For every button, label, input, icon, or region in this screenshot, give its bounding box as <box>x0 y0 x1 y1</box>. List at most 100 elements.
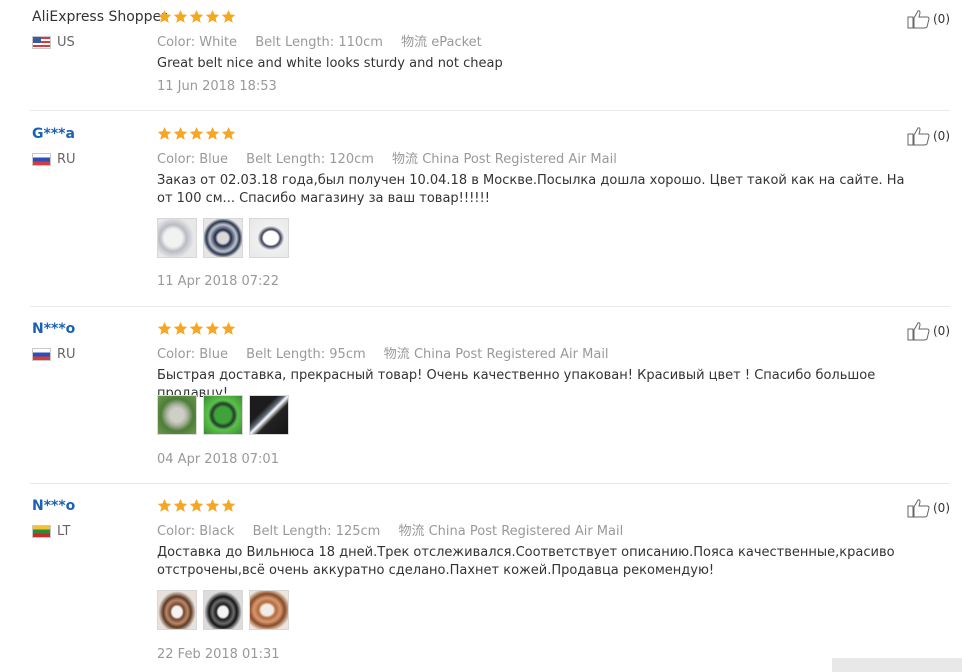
star-icon <box>205 498 220 512</box>
helpful-count: (0) <box>933 129 950 143</box>
us-flag-icon <box>32 36 51 49</box>
country-code: RU <box>57 347 76 362</box>
lt-flag-icon <box>32 525 51 538</box>
helpful-button[interactable]: (0) <box>907 498 950 518</box>
rating-stars <box>157 321 236 336</box>
helpful-count: (0) <box>933 12 950 26</box>
color-label: Color: <box>157 152 196 167</box>
star-icon <box>221 498 236 512</box>
order-meta: Color: Black Belt Length: 125cm 物流 China… <box>157 520 623 539</box>
star-icon <box>189 126 204 140</box>
color-value: Blue <box>199 347 229 362</box>
ru-flag-icon <box>32 153 51 166</box>
shipping-label: 物流 <box>392 152 419 167</box>
star-icon <box>157 9 172 23</box>
rating-stars <box>157 9 236 24</box>
review-photo[interactable] <box>249 218 289 258</box>
star-icon <box>157 498 172 512</box>
shipping-value: China Post Registered Air Mail <box>413 347 609 362</box>
reviewer-country: LT <box>32 524 70 539</box>
reviewer-name[interactable]: N***o <box>32 498 75 514</box>
color-value: Blue <box>199 152 229 167</box>
review-4: N***o LT Color: Black Belt Length: 125cm… <box>0 498 950 668</box>
star-icon <box>221 9 236 23</box>
review-photos <box>157 590 289 630</box>
belt-length-value: 110cm <box>338 35 383 50</box>
star-icon <box>173 498 188 512</box>
thumbs-up-icon <box>907 127 930 146</box>
review-1: AliExpress Shopper US Color: White Belt … <box>0 9 950 109</box>
color-label: Color: <box>157 35 196 50</box>
review-text: Great belt nice and white looks sturdy a… <box>157 56 503 71</box>
review-photos <box>157 218 289 258</box>
star-icon <box>221 321 236 335</box>
review-photo[interactable] <box>157 395 197 435</box>
reviewer-name[interactable]: N***o <box>32 321 75 337</box>
bottom-overlay-bar <box>832 658 962 672</box>
shipping-value: China Post Registered Air Mail <box>422 152 617 167</box>
review-photo[interactable] <box>249 590 289 630</box>
belt-length-label: Belt Length: <box>246 347 326 362</box>
star-icon <box>173 126 188 140</box>
review-photo[interactable] <box>203 590 243 630</box>
shipping-value: ePacket <box>431 35 482 50</box>
belt-length-label: Belt Length: <box>255 35 335 50</box>
country-code: RU <box>57 152 76 167</box>
rating-stars <box>157 126 236 141</box>
divider <box>30 110 950 111</box>
thumbs-up-icon <box>907 322 930 341</box>
star-icon <box>189 321 204 335</box>
divider <box>30 306 950 307</box>
review-date: 22 Feb 2018 01:31 <box>157 647 280 662</box>
color-value: White <box>199 35 238 50</box>
review-date: 04 Apr 2018 07:01 <box>157 452 279 467</box>
color-label: Color: <box>157 347 196 362</box>
helpful-button[interactable]: (0) <box>907 9 950 29</box>
reviewer-country: RU <box>32 152 76 167</box>
review-text: Заказ от 02.03.18 года,был получен 10.04… <box>157 173 905 206</box>
helpful-button[interactable]: (0) <box>907 126 950 146</box>
star-icon <box>173 321 188 335</box>
belt-length-label: Belt Length: <box>252 524 332 539</box>
star-icon <box>205 9 220 23</box>
reviewer-name[interactable]: AliExpress Shopper <box>32 9 167 25</box>
helpful-count: (0) <box>933 501 950 515</box>
shipping-label: 物流 <box>398 524 425 539</box>
star-icon <box>173 9 188 23</box>
star-icon <box>221 126 236 140</box>
review-photo[interactable] <box>249 395 289 435</box>
review-photos <box>157 395 289 435</box>
shipping-label: 物流 <box>401 35 428 50</box>
color-label: Color: <box>157 524 196 539</box>
rating-stars <box>157 498 236 513</box>
review-photo[interactable] <box>203 218 243 258</box>
review-date: 11 Apr 2018 07:22 <box>157 274 279 289</box>
divider <box>30 483 950 484</box>
thumbs-up-icon <box>907 10 930 29</box>
color-value: Black <box>199 524 235 539</box>
reviewer-country: RU <box>32 347 76 362</box>
reviewer-name[interactable]: G***a <box>32 126 75 142</box>
star-icon <box>205 321 220 335</box>
review-2: G***a RU Color: Blue Belt Length: 120cm … <box>0 126 950 296</box>
review-3: N***o RU Color: Blue Belt Length: 95cm 物… <box>0 321 950 471</box>
order-meta: Color: White Belt Length: 110cm 物流 ePack… <box>157 31 482 50</box>
review-photo[interactable] <box>203 395 243 435</box>
review-photo[interactable] <box>157 218 197 258</box>
belt-length-value: 95cm <box>329 347 366 362</box>
helpful-count: (0) <box>933 324 950 338</box>
belt-length-value: 125cm <box>335 524 381 539</box>
order-meta: Color: Blue Belt Length: 120cm 物流 China … <box>157 148 617 167</box>
order-meta: Color: Blue Belt Length: 95cm 物流 China P… <box>157 343 609 362</box>
review-photo[interactable] <box>157 590 197 630</box>
review-date: 11 Jun 2018 18:53 <box>157 79 277 94</box>
belt-length-value: 120cm <box>329 152 374 167</box>
ru-flag-icon <box>32 348 51 361</box>
shipping-label: 物流 <box>383 347 410 362</box>
star-icon <box>189 9 204 23</box>
country-code: US <box>57 35 75 50</box>
star-icon <box>157 321 172 335</box>
helpful-button[interactable]: (0) <box>907 321 950 341</box>
belt-length-label: Belt Length: <box>246 152 326 167</box>
star-icon <box>189 498 204 512</box>
